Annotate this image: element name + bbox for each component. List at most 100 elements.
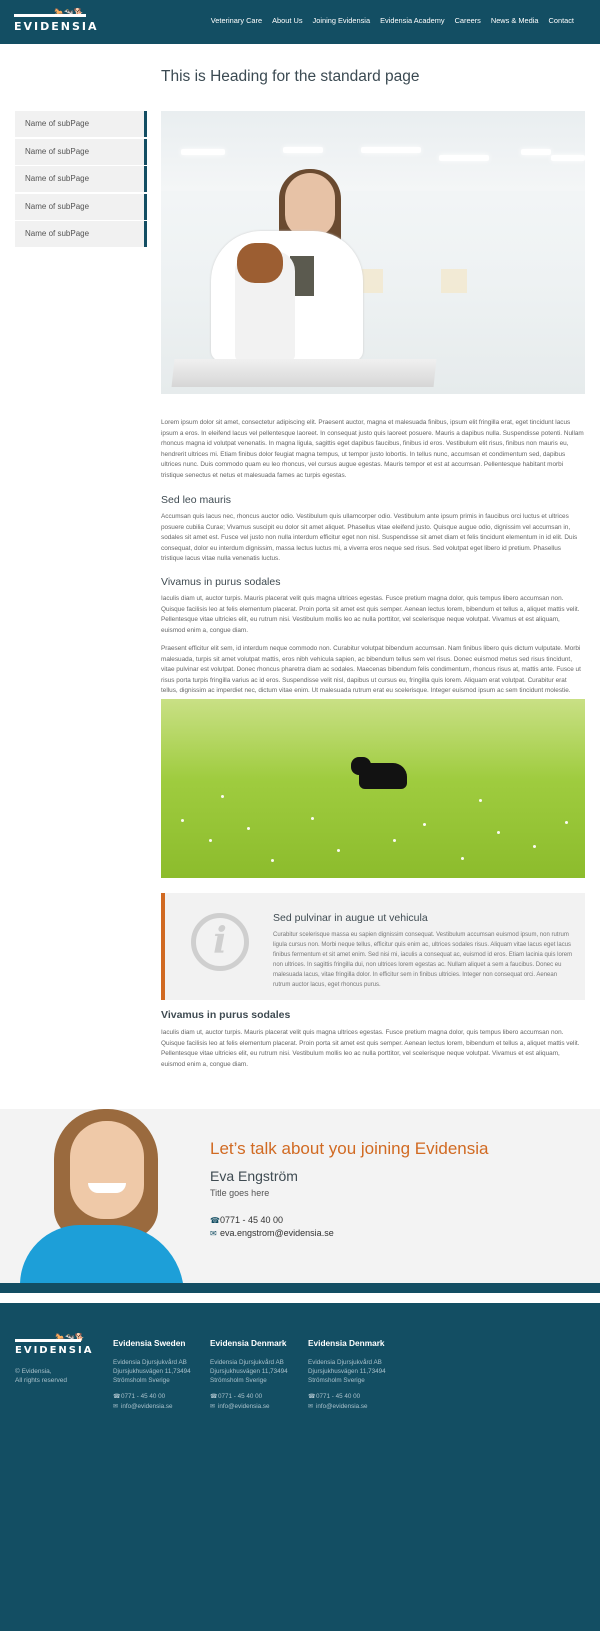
flower: [271, 859, 274, 862]
footer-phone[interactable]: ☎0771 - 45 40 00: [113, 1392, 209, 1402]
intro-paragraph: Lorem ipsum dolor sit amet, consectetur …: [161, 419, 584, 479]
portrait-face: [70, 1121, 144, 1219]
footer-phone-text: 0771 - 45 40 00: [121, 1392, 166, 1400]
footer-logo[interactable]: 🐎🐄🐕 EVIDENSIA: [15, 1333, 91, 1359]
main-content: This is Heading for the standard page Lo…: [161, 68, 585, 708]
footer-logo-text: EVIDENSIA: [15, 1345, 94, 1356]
address-line: Evidensia Djursjukvård AB: [113, 1359, 187, 1366]
ceiling-light: [551, 155, 585, 161]
sidebar-item-subpage-4[interactable]: Name of subPage: [15, 193, 147, 220]
address-line: Djursjukhusvägen 11,73494: [308, 1368, 386, 1376]
footer-email[interactable]: ✉ info@evidensia.se: [113, 1402, 209, 1412]
copyright: © Evidensia, All rights reserved: [15, 1367, 67, 1385]
footer-email-text: info@evidensia.se: [121, 1402, 173, 1410]
vet-face: [285, 173, 335, 237]
footer-column-title: Evidensia Denmark: [210, 1338, 287, 1348]
section-paragraph: Accumsan quis lacus nec, rhoncus auctor …: [161, 513, 578, 563]
footer-column-denmark-2: Evidensia Denmark Evidensia Djursjukvård…: [308, 1338, 404, 1412]
flower: [337, 849, 340, 852]
mail-icon: ✉: [308, 1403, 314, 1410]
flower: [221, 795, 224, 798]
address-line: Djursjukhusvägen 11,73494: [113, 1368, 191, 1376]
section-heading: Sed leo mauris: [161, 494, 232, 506]
flower: [181, 819, 184, 822]
ceiling-light: [181, 149, 225, 155]
sidebar-item-subpage-5[interactable]: Name of subPage: [15, 221, 147, 247]
footer-column-denmark: Evidensia Denmark Evidensia Djursjukvård…: [210, 1338, 306, 1412]
footer-phone-text: 0771 - 45 40 00: [218, 1392, 263, 1400]
contact-phone[interactable]: ☎0771 - 45 40 00: [210, 1215, 283, 1225]
mail-icon: ✉: [210, 1403, 216, 1410]
logo-bar: [14, 14, 86, 17]
puppy-head: [351, 757, 371, 775]
flower: [565, 821, 568, 824]
main-nav: Veterinary Care About Us Joining Evidens…: [201, 16, 574, 25]
section-heading: Vivamus in purus sodales: [161, 576, 281, 588]
portrait-shirt: [20, 1225, 184, 1283]
nav-careers[interactable]: Careers: [455, 16, 481, 25]
site-footer: 🐎🐄🐕 EVIDENSIA © Evidensia, All rights re…: [0, 1303, 600, 1631]
contact-heading: Let’s talk about you joining Evidensia: [210, 1139, 489, 1158]
footer-email-text: info@evidensia.se: [316, 1402, 368, 1410]
footer-email[interactable]: ✉ info@evidensia.se: [210, 1402, 306, 1412]
flower: [209, 839, 212, 842]
dog-head: [237, 243, 283, 283]
section-paragraph: Iaculis diam ut, auctor turpis. Mauris p…: [161, 595, 580, 634]
logo-text: EVIDENSIA: [14, 20, 99, 33]
mail-icon: ✉: [210, 1229, 217, 1238]
address-line: Strömsholm Sverige: [113, 1377, 170, 1385]
nav-news-media[interactable]: News & Media: [491, 16, 539, 25]
info-icon: i: [191, 913, 249, 971]
flower: [311, 817, 314, 820]
address-line: Strömsholm Sverige: [210, 1377, 267, 1385]
flower: [393, 839, 396, 842]
phone-icon: ☎: [308, 1393, 316, 1400]
contact-title: Title goes here: [210, 1188, 270, 1198]
section-heading: Vivamus in purus sodales: [161, 1009, 291, 1021]
flower: [423, 823, 426, 826]
mail-icon: ✉: [113, 1403, 119, 1410]
footer-phone[interactable]: ☎0771 - 45 40 00: [308, 1392, 404, 1402]
flower: [533, 845, 536, 848]
exam-table: [171, 359, 437, 387]
flower: [461, 857, 464, 860]
flower: [479, 799, 482, 802]
subpage-sidebar: Name of subPage Name of subPage Name of …: [15, 111, 147, 249]
nav-evidensia-academy[interactable]: Evidensia Academy: [380, 16, 445, 25]
ceiling-light: [361, 147, 421, 153]
footer-phone[interactable]: ☎0771 - 45 40 00: [210, 1392, 306, 1402]
ceiling-light: [283, 147, 323, 153]
logo-bar: [15, 1339, 81, 1342]
contact-phone-text: 0771 - 45 40 00: [220, 1215, 284, 1225]
nav-joining-evidensia[interactable]: Joining Evidensia: [313, 16, 371, 25]
info-callout: i Sed pulvinar in augue ut vehicula Cura…: [161, 893, 585, 1000]
page-title: This is Heading for the standard page: [161, 68, 420, 85]
address-line: Djursjukhusvägen 11,73494: [210, 1368, 288, 1376]
flower: [247, 827, 250, 830]
info-callout-title: Sed pulvinar in augue ut vehicula: [273, 912, 428, 924]
sidebar-item-subpage-1[interactable]: Name of subPage: [15, 111, 147, 137]
nav-veterinary-care[interactable]: Veterinary Care: [211, 16, 262, 25]
footer-email-text: info@evidensia.se: [218, 1402, 270, 1410]
contact-email[interactable]: ✉ eva.engstrom@evidensia.se: [210, 1228, 334, 1238]
contact-bottom-bar: [0, 1283, 600, 1293]
evidensia-logo[interactable]: 🐎🐄🐕 EVIDENSIA: [14, 8, 97, 36]
nav-contact[interactable]: Contact: [549, 16, 574, 25]
contact-name: Eva Engström: [210, 1168, 298, 1184]
portrait-smile: [88, 1183, 126, 1193]
address-line: Evidensia Djursjukvård AB: [308, 1359, 382, 1366]
vet-with-dog-image: [161, 111, 585, 394]
nav-about-us[interactable]: About Us: [272, 16, 302, 25]
wall-picture: [441, 269, 467, 293]
footer-email[interactable]: ✉ info@evidensia.se: [308, 1402, 404, 1412]
address-line: Strömsholm Sverige: [308, 1377, 365, 1385]
copyright-line: All rights reserved: [15, 1377, 68, 1384]
sidebar-item-subpage-3[interactable]: Name of subPage: [15, 166, 147, 192]
footer-column-title: Evidensia Sweden: [113, 1338, 186, 1348]
dog-in-meadow-image: [161, 699, 585, 878]
phone-icon: ☎: [210, 1393, 218, 1400]
footer-column-sweden: Evidensia Sweden Evidensia Djursjukvård …: [113, 1338, 209, 1412]
sidebar-item-subpage-2[interactable]: Name of subPage: [15, 138, 147, 165]
footer-phone-text: 0771 - 45 40 00: [316, 1392, 361, 1400]
ceiling-light: [521, 149, 551, 155]
